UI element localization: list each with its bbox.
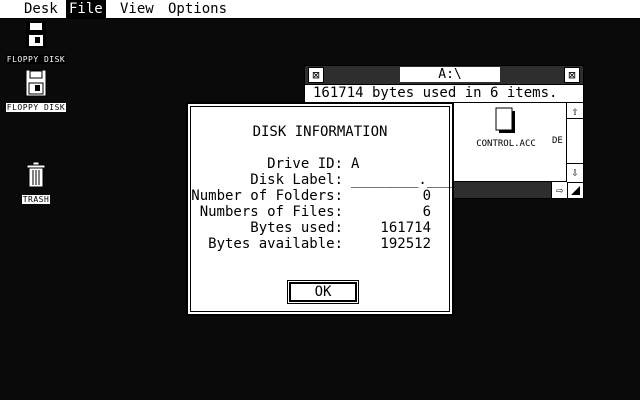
drive-id-label: Drive ID: — [267, 156, 343, 172]
row-files: Numbers of Files: 6 — [191, 204, 451, 220]
dialog-frame: DISK INFORMATION Drive ID: A Disk Label:… — [190, 106, 452, 312]
desktop-icon-label: FLOPPY DISK — [5, 55, 67, 64]
file-label: CONTROL.ACC — [476, 139, 536, 149]
file-control-acc[interactable]: CONTROL.ACC — [475, 106, 537, 149]
desktop-icon-label: TRASH — [21, 195, 51, 204]
ok-button[interactable]: OK — [289, 282, 357, 302]
scroll-down-icon[interactable]: ⇩ — [567, 163, 583, 179]
bytes-used-label: Bytes used: — [250, 220, 343, 236]
drive-id-value: A — [351, 156, 360, 172]
menu-options[interactable]: Options — [165, 0, 230, 18]
floppy-disk-icon — [26, 22, 46, 48]
files-label: Numbers of Files: — [199, 204, 343, 220]
folders-label: Number of Folders: — [191, 188, 343, 204]
menu-desk[interactable]: Desk — [21, 0, 61, 18]
row-bytes-available: Bytes available: 192512 — [191, 236, 451, 252]
files-value: 6 — [422, 204, 431, 220]
window-title: A:\ — [400, 67, 500, 82]
window-title-bar[interactable]: ⊠ A:\ ⊠ — [305, 66, 583, 85]
bytes-available-label: Bytes available: — [208, 236, 343, 252]
full-box-icon[interactable]: ⊠ — [564, 67, 580, 83]
row-disk-label: Disk Label: ________.___ — [191, 172, 452, 188]
desktop-icon-floppy-b[interactable]: FLOPPY DISK — [0, 68, 72, 114]
scroll-right-icon[interactable]: ⇨ — [551, 182, 567, 198]
disk-information-dialog: DISK INFORMATION Drive ID: A Disk Label:… — [186, 102, 454, 316]
desktop-icon-label: FLOPPY DISK — [5, 103, 67, 112]
scroll-up-icon[interactable]: ⇧ — [567, 103, 583, 119]
floppy-disk-icon — [25, 69, 47, 97]
desktop-icon-trash[interactable]: TRASH — [0, 160, 72, 206]
file-icon — [495, 107, 515, 133]
file-de[interactable]: DE — [552, 136, 566, 146]
bytes-available-value: 192512 — [380, 236, 431, 252]
menu-view[interactable]: View — [117, 0, 157, 18]
disk-label-field[interactable]: ________.___ — [351, 172, 452, 188]
bytes-used-value: 161714 — [380, 220, 431, 236]
disk-label-label: Disk Label: — [250, 172, 343, 188]
row-bytes-used: Bytes used: 161714 — [191, 220, 451, 236]
resize-box-icon[interactable] — [567, 182, 583, 198]
desktop-icon-floppy-a[interactable]: FLOPPY DISK — [0, 20, 72, 66]
row-drive-id: Drive ID: A — [191, 156, 451, 172]
trash-icon — [26, 161, 46, 188]
close-box-icon[interactable]: ⊠ — [308, 67, 324, 83]
folders-value: 0 — [422, 188, 431, 204]
menu-bar: Desk File View Options — [0, 0, 640, 19]
menu-file[interactable]: File — [66, 0, 106, 18]
file-label: DE — [552, 136, 563, 146]
window-info-line: 161714 bytes used in 6 items. — [305, 85, 583, 103]
row-folders: Number of Folders: 0 — [191, 188, 451, 204]
dialog-title: DISK INFORMATION — [252, 124, 388, 140]
